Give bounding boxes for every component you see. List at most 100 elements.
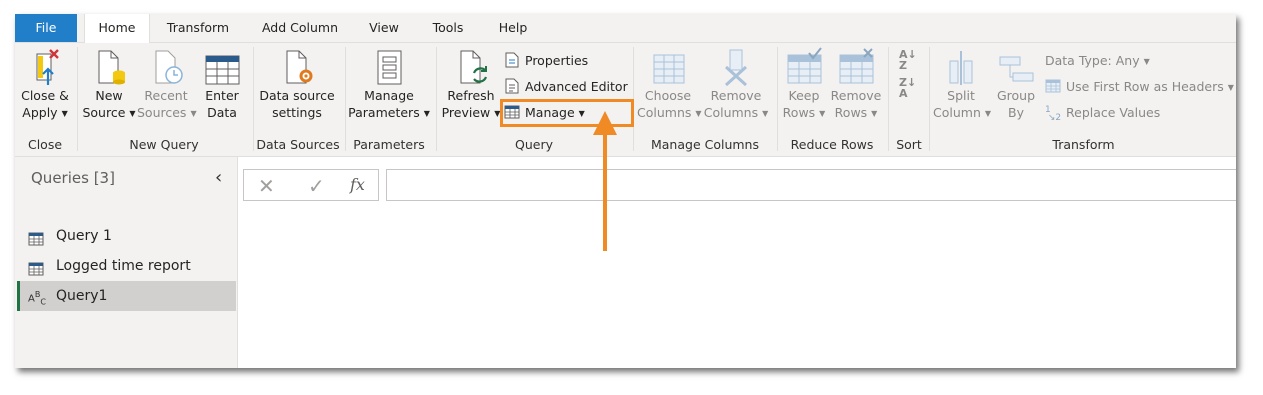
queries-pane: Queries [3] ‹ Query 1 Logged time report… (15, 157, 238, 368)
replace-values-label: Replace Values (1066, 105, 1161, 120)
properties-button[interactable]: Properties (504, 51, 588, 71)
sort-descending-icon: Z↓ A (899, 76, 917, 100)
remove-columns-button[interactable]: Remove Columns ▼ (703, 47, 769, 122)
chevron-left-icon[interactable]: ‹ (215, 167, 222, 188)
group-label-data-sources: Data Sources (256, 137, 340, 152)
choose-columns-button[interactable]: Choose Columns ▼ (637, 47, 702, 122)
ribbon-tab-strip: File Home Transform Add Column View Tool… (15, 14, 1236, 43)
split-column-icon (942, 47, 980, 87)
advanced-editor-button[interactable]: Advanced Editor (504, 77, 628, 97)
query-list-item[interactable]: Query 1 (17, 221, 233, 251)
group-by-icon (997, 47, 1035, 87)
tab-help[interactable]: Help (493, 14, 533, 42)
properties-label: Properties (525, 53, 589, 68)
group-divider (929, 47, 930, 151)
data-source-settings-label-1: Data source (259, 88, 335, 103)
use-first-row-headers-label: Use First Row as Headers (1066, 79, 1224, 94)
recent-sources-label-2: Sources ▼ (137, 105, 197, 120)
formula-bar-input[interactable] (386, 169, 1236, 201)
query-name: Logged time report (56, 258, 191, 274)
close-apply-icon (26, 47, 64, 87)
tab-home[interactable]: Home (84, 14, 150, 43)
group-by-button[interactable]: Group By (993, 47, 1039, 121)
manage-parameters-label-1: Manage (364, 88, 414, 103)
query-name: Query1 (56, 288, 108, 304)
close-apply-label-1: Close & (21, 88, 69, 103)
manage-parameters-label-2: Parameters ▼ (348, 105, 430, 120)
abc-text-icon: ABC (28, 290, 46, 307)
manage-parameters-button[interactable]: Manage Parameters ▼ (348, 47, 430, 122)
tab-view[interactable]: View (361, 14, 407, 42)
enter-data-label-1: Enter (205, 88, 239, 103)
parameters-list-icon (370, 47, 408, 87)
new-source-icon (90, 47, 128, 87)
chevron-down-icon: ▼ (1227, 83, 1234, 92)
replace-values-button[interactable]: 1 ↘2 Replace Values (1045, 103, 1160, 123)
enter-data-button[interactable]: Enter Data (199, 47, 245, 121)
recent-sources-label-1: Recent (144, 88, 188, 103)
table-icon (28, 258, 44, 276)
annotation-arrow-icon (593, 111, 617, 251)
split-column-label-1: Split (947, 88, 975, 103)
refresh-preview-button[interactable]: Refresh Preview ▼ (441, 47, 501, 122)
group-label-new-query: New Query (129, 137, 199, 152)
group-label-reduce-rows: Reduce Rows (790, 137, 874, 152)
group-label-sort: Sort (896, 137, 922, 152)
data-type-label: Data Type: Any (1045, 53, 1140, 68)
group-label-transform: Transform (1052, 137, 1115, 152)
group-label-manage-columns: Manage Columns (650, 137, 759, 152)
data-type-dropdown[interactable]: Data Type: Any ▼ (1045, 51, 1150, 71)
fx-icon[interactable]: fx (350, 175, 365, 194)
use-first-row-headers-button[interactable]: Use First Row as Headers ▼ (1045, 77, 1234, 97)
close-apply-label-2: Apply ▼ (22, 105, 68, 120)
refresh-preview-label-2: Preview ▼ (441, 105, 501, 120)
recent-sources-button[interactable]: Recent Sources ▼ (137, 47, 197, 122)
keep-rows-label-2: Rows ▼ (782, 105, 826, 120)
home-ribbon: Close & Apply ▼ Close New Source ▼ Recen… (15, 43, 1236, 157)
tab-transform[interactable]: Transform (158, 14, 238, 42)
power-query-window: File Home Transform Add Column View Tool… (15, 14, 1236, 368)
tab-tools[interactable]: Tools (425, 14, 471, 42)
group-by-label-1: Group (996, 88, 1036, 103)
query-list-item-selected[interactable]: ABC Query1 (17, 281, 236, 311)
cancel-formula-icon[interactable]: ✕ (258, 174, 275, 198)
remove-rows-button[interactable]: Remove Rows ▼ (829, 47, 883, 122)
table-icon (28, 228, 44, 246)
remove-rows-icon (837, 47, 875, 87)
data-source-settings-label-2: settings (272, 105, 322, 120)
choose-columns-label-1: Choose (644, 88, 692, 103)
replace-values-icon: 1 ↘2 (1045, 105, 1062, 123)
split-column-button[interactable]: Split Column ▼ (933, 47, 992, 122)
advanced-editor-icon (504, 78, 520, 94)
group-divider (436, 47, 437, 151)
sort-descending-button[interactable]: Z↓ A (899, 76, 917, 100)
keep-rows-label-1: Keep (788, 88, 820, 103)
choose-columns-label-2: Columns ▼ (637, 105, 702, 120)
new-source-button[interactable]: New Source ▼ (81, 47, 137, 122)
group-divider (777, 47, 778, 151)
keep-rows-icon (785, 47, 823, 87)
chevron-down-icon: ▼ (1143, 57, 1150, 66)
close-apply-button[interactable]: Close & Apply ▼ (19, 47, 71, 122)
properties-icon (504, 52, 520, 68)
remove-rows-label-2: Rows ▼ (834, 105, 878, 120)
query-list-item[interactable]: Logged time report (17, 251, 233, 281)
refresh-icon (452, 47, 490, 87)
sort-ascending-button[interactable]: A↓ Z (899, 49, 917, 71)
formula-bar-buttons: ✕ ✓ fx (243, 169, 379, 201)
keep-rows-button[interactable]: Keep Rows ▼ (781, 47, 827, 122)
group-label-close: Close (27, 137, 63, 152)
commit-formula-icon[interactable]: ✓ (308, 174, 325, 198)
new-source-label-2: Source ▼ (82, 105, 136, 120)
query-name: Query 1 (56, 228, 112, 244)
split-column-label-2: Column ▼ (933, 105, 992, 120)
tab-add-column[interactable]: Add Column (255, 14, 345, 42)
group-label-parameters: Parameters (353, 137, 425, 152)
tab-file[interactable]: File (15, 14, 77, 42)
recent-sources-icon (147, 47, 185, 87)
data-source-settings-button[interactable]: Data source settings (257, 47, 337, 121)
remove-rows-label-1: Remove (830, 88, 882, 103)
remove-columns-label-2: Columns ▼ (703, 105, 769, 120)
advanced-editor-label: Advanced Editor (525, 79, 628, 94)
refresh-preview-label-1: Refresh (447, 88, 495, 103)
